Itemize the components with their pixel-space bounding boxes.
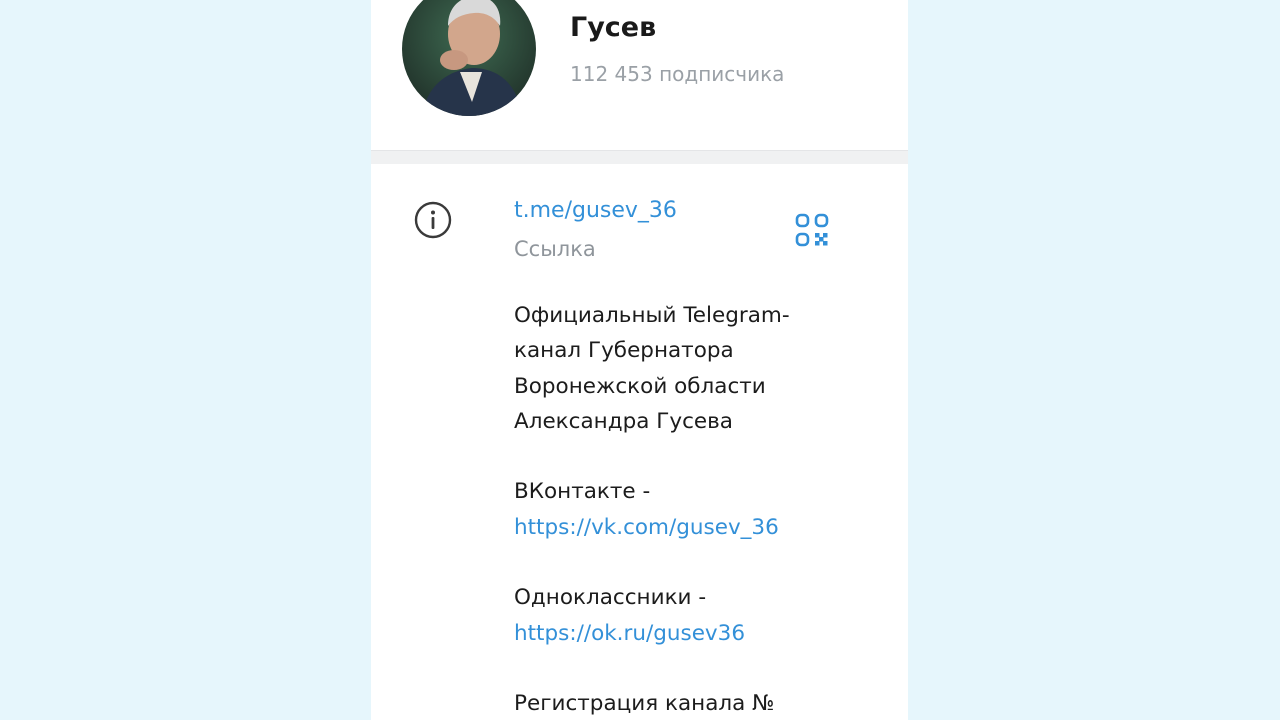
description-line: канал Губернатора — [514, 338, 734, 364]
vk-link[interactable]: https://vk.com/gusev_36 — [514, 515, 779, 540]
ok-link[interactable]: https://ok.ru/gusev36 — [514, 621, 745, 646]
channel-link[interactable]: t.me/gusev_36 — [514, 198, 677, 223]
vk-label: ВКонтакте - — [514, 479, 651, 505]
channel-profile-panel: Гусев 112 453 подписчика t.me/gusev_36 С… — [371, 0, 908, 720]
section-divider — [371, 150, 908, 164]
ok-label: Одноклассники - — [514, 585, 707, 611]
channel-avatar[interactable] — [402, 0, 536, 116]
subscriber-count: 112 453 подписчика — [570, 62, 785, 86]
channel-name: Гусев — [570, 12, 657, 43]
description-line: Воронежской области — [514, 373, 766, 399]
avatar-photo — [402, 0, 536, 116]
description-line: Официальный Telegram- — [514, 303, 790, 328]
description-line: Александра Гусева — [514, 408, 733, 434]
channel-header: Гусев 112 453 подписчика — [371, 0, 908, 150]
info-circle-icon — [414, 201, 452, 239]
channel-description: Официальный Telegram- канал Губернатора … — [514, 298, 874, 720]
qr-code-icon[interactable] — [795, 213, 829, 247]
registration-text: Регистрация канала № — [514, 691, 775, 717]
link-caption: Ссылка — [514, 237, 596, 261]
